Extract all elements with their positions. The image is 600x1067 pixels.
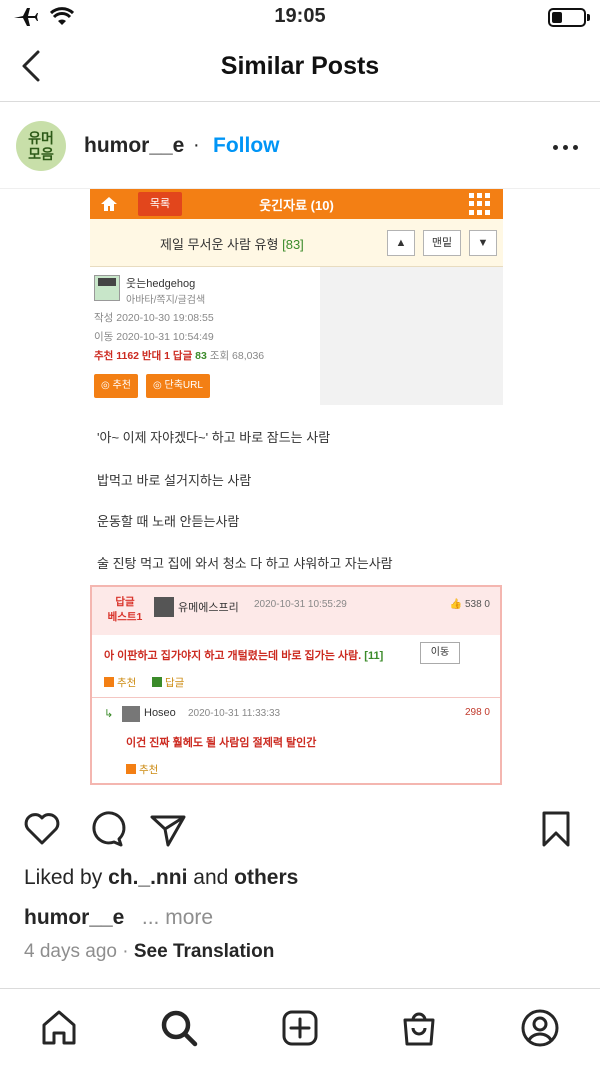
author-links: 아바타/쪽지/글검색: [126, 295, 206, 306]
comment-reply: 답글: [152, 675, 184, 690]
body-line: 운동할 때 노래 안듣는사람: [97, 514, 240, 529]
board-title: 웃긴자료 (10): [259, 198, 334, 213]
avatar-text-line2: 모음: [28, 146, 54, 162]
follow-button[interactable]: Follow: [213, 134, 280, 158]
post-meta: 웃는hedgehog 아바타/쪽지/글검색 작성 2020-10-30 19:0…: [90, 267, 320, 407]
up-button: ▲: [387, 230, 415, 256]
body-line: '아~ 이제 자야겠다~' 하고 바로 잠드는 사람: [97, 430, 331, 445]
post-header: 유머 모음 humor__e · Follow: [0, 103, 600, 189]
share-icon[interactable]: [148, 809, 188, 849]
move-button: 이동: [420, 642, 460, 664]
nav-header: Similar Posts: [0, 34, 600, 102]
username-link[interactable]: humor__e: [84, 134, 184, 158]
reply-date: 2020-10-31 11:33:33: [188, 708, 281, 719]
comment-text: 아 이판하고 집가야지 하고 개털렸는데 바로 집가는 사람. [11]: [104, 650, 384, 662]
comment-votes: 👍 538 0: [449, 599, 490, 610]
separator: ·: [193, 134, 200, 156]
reply-text: 이건 진짜 훨헤도 될 사람임 절제력 탈인간: [126, 737, 317, 749]
best-comment-header: 답글 베스트1 유메에스프리 2020-10-31 10:55:29 👍 538…: [92, 587, 500, 635]
bookmark-icon[interactable]: [536, 809, 576, 849]
likes-summary[interactable]: Liked by ch._.nni and others: [24, 866, 298, 890]
recommend-button: ◎ 추천: [94, 374, 138, 398]
new-post-tab-icon[interactable]: [279, 1007, 321, 1049]
battery-icon: [548, 8, 590, 27]
see-translation-link[interactable]: See Translation: [134, 941, 274, 962]
meta-side-panel: [320, 267, 503, 405]
post-title: 제일 무서운 사람 유형 [83]: [160, 237, 304, 252]
post-time: 4 days ago · See Translation: [24, 941, 275, 962]
heart-icon[interactable]: [22, 809, 62, 849]
profile-tab-icon[interactable]: [519, 1007, 561, 1049]
reply-arrow-icon: ↳: [104, 708, 114, 720]
avatar-text-line1: 유머: [28, 130, 54, 146]
created-date: 작성 2020-10-30 19:08:55: [94, 312, 214, 324]
body-line: 술 진탕 먹고 집에 와서 청소 다 하고 샤워하고 자는사람: [97, 556, 393, 571]
comment-recommend: 추천: [104, 675, 136, 690]
comment-icon[interactable]: [86, 809, 126, 849]
commenter-avatar: [154, 597, 174, 617]
board-header-bar: 목록 웃긴자료 (10): [90, 189, 503, 219]
avatar[interactable]: 유머 모음: [16, 121, 66, 171]
page-title: Similar Posts: [220, 52, 380, 80]
author-avatar: [94, 275, 120, 301]
more-options-icon[interactable]: [553, 145, 578, 150]
moved-date: 이동 2020-10-31 10:54:49: [94, 331, 214, 343]
best-comment-box: 답글 베스트1 유메에스프리 2020-10-31 10:55:29 👍 538…: [90, 585, 502, 785]
caption[interactable]: humor__e ... more: [24, 906, 213, 930]
post-stats: 추천 1162 반대 1 답글 83 조회 68,036: [94, 350, 265, 362]
post-image[interactable]: 목록 웃긴자료 (10) 제일 무서운 사람 유형 [83] ▲ 맨밑 ▼ 웃는…: [0, 189, 600, 799]
status-bar: 19:05: [0, 0, 600, 34]
post-title-bar: 제일 무서운 사람 유형 [83] ▲ 맨밑 ▼: [90, 219, 503, 267]
reply-name: Hoseo: [144, 707, 176, 719]
short-url-button: ◎ 단축URL: [146, 374, 210, 398]
divider: [92, 697, 500, 698]
body-line: 밥먹고 바로 설거지하는 사람: [97, 473, 252, 488]
bottom-button: 맨밑: [423, 230, 461, 256]
best-badge: 답글 베스트1: [107, 596, 143, 623]
bottom-tab-bar: [0, 988, 600, 1067]
reply-avatar: [122, 706, 140, 722]
reply-recommend: 추천: [126, 762, 158, 777]
post-actions: [0, 805, 600, 851]
down-button: ▼: [469, 230, 497, 256]
home-tab-icon[interactable]: [38, 1007, 80, 1049]
clock: 19:05: [274, 5, 326, 27]
caption-more-link[interactable]: ... more: [142, 906, 213, 929]
search-tab-icon[interactable]: [158, 1007, 200, 1049]
reply-votes: 298 0: [464, 707, 490, 718]
commenter-name: 유메에스프리: [178, 602, 239, 614]
comment-date: 2020-10-31 10:55:29: [254, 599, 347, 610]
shop-tab-icon[interactable]: [398, 1007, 440, 1049]
grid-menu-icon: [469, 193, 491, 215]
author-name: 웃는hedgehog: [126, 278, 196, 290]
